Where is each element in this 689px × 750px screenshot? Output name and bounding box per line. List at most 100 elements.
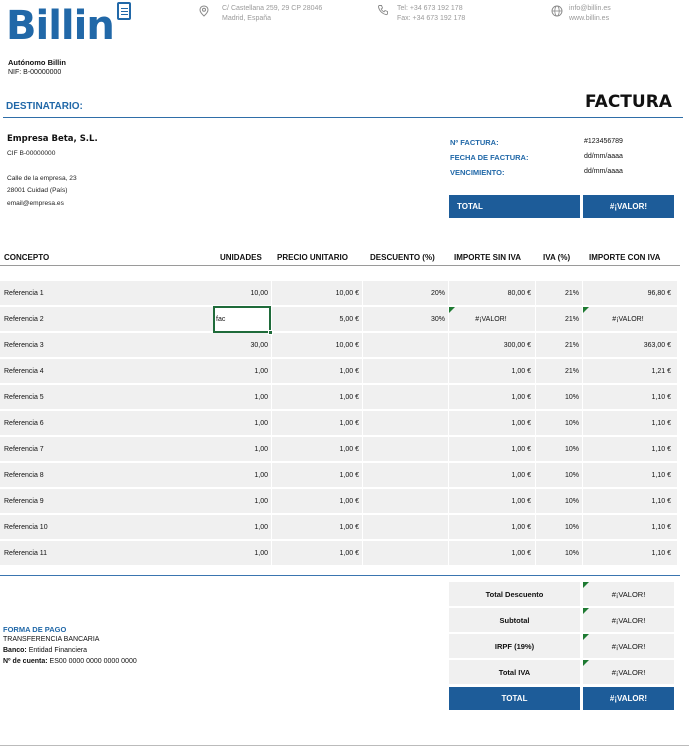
table-cell[interactable]: Referencia 1 (4, 289, 200, 298)
table-cell[interactable]: 21% (538, 289, 579, 298)
table-cell[interactable]: 1,00 € (451, 471, 531, 480)
table-cell[interactable]: 1,10 € (585, 419, 671, 428)
table-cell[interactable]: 10,00 € (275, 289, 359, 298)
table-cell[interactable]: 10% (538, 419, 579, 428)
table-cell[interactable]: 1,00 € (451, 549, 531, 558)
table-cell[interactable]: 1,00 (215, 523, 268, 532)
table-cell[interactable]: 1,00 € (275, 523, 359, 532)
total-value-box[interactable]: #¡VALOR! (583, 195, 674, 218)
table-cell[interactable]: 1,00 (215, 419, 268, 428)
invoice-date-value[interactable]: dd/mm/aaaa (584, 153, 623, 160)
error-indicator-icon[interactable] (583, 582, 589, 588)
table-cell[interactable]: 1,21 € (585, 367, 671, 376)
table-cell[interactable]: 1,10 € (585, 393, 671, 402)
table-cell[interactable]: Referencia 8 (4, 471, 200, 480)
table-cell[interactable]: 10% (538, 393, 579, 402)
table-cell[interactable]: 21% (538, 367, 579, 376)
totals-label: Total IVA (498, 668, 531, 677)
table-cell[interactable]: 1,00 € (451, 445, 531, 454)
table-cell[interactable]: 30,00 (215, 341, 268, 350)
table-cell[interactable]: 10% (538, 523, 579, 532)
fill-handle[interactable] (268, 330, 273, 335)
cell-separator (448, 281, 449, 305)
table-cell[interactable]: 10,00 € (275, 341, 359, 350)
table-cell[interactable]: 300,00 € (451, 341, 531, 350)
email-line[interactable]: info@billin.es (569, 4, 611, 14)
table-cell[interactable]: Referencia 5 (4, 393, 200, 402)
table-cell[interactable]: 10% (538, 445, 579, 454)
address-line: C/ Castellana 259, 29 CP 28046 (222, 5, 323, 12)
table-cell[interactable]: 1,00 € (275, 393, 359, 402)
table-cell[interactable]: 10,00 (215, 289, 268, 298)
grand-total-value-box[interactable]: #¡VALOR! (583, 687, 674, 710)
totals-value[interactable]: #¡VALOR! (583, 616, 674, 625)
table-cell[interactable]: Referencia 3 (4, 341, 200, 350)
table-cell[interactable]: 1,10 € (585, 523, 671, 532)
table-cell[interactable]: 1,00 (215, 367, 268, 376)
totals-value[interactable]: #¡VALOR! (583, 642, 674, 651)
payment-method: TRANSFERENCIA BANCARIA (3, 636, 100, 643)
table-cell[interactable]: 1,00 (215, 471, 268, 480)
table-cell[interactable]: 1,00 (215, 497, 268, 506)
table-cell[interactable]: #¡VALOR! (451, 315, 531, 324)
table-cell[interactable]: 363,00 € (585, 341, 671, 350)
totals-value[interactable]: #¡VALOR! (583, 590, 674, 599)
table-cell[interactable]: 21% (538, 315, 579, 324)
table-cell[interactable]: 1,00 (215, 393, 268, 402)
table-cell[interactable]: Referencia 2 (4, 315, 200, 324)
table-cell[interactable]: 1,00 € (451, 393, 531, 402)
factura-heading: FACTURA (585, 92, 672, 112)
table-cell[interactable]: #¡VALOR! (585, 315, 671, 324)
table-cell[interactable]: Referencia 6 (4, 419, 200, 428)
table-cell[interactable]: 80,00 € (451, 289, 531, 298)
table-cell[interactable]: 1,00 € (451, 497, 531, 506)
cell-separator (582, 333, 583, 357)
table-cell[interactable]: 1,00 (215, 549, 268, 558)
website-line[interactable]: www.billin.es (569, 14, 611, 24)
table-cell[interactable]: Referencia 7 (4, 445, 200, 454)
cell-separator (362, 489, 363, 513)
table-cell[interactable]: 1,00 € (275, 419, 359, 428)
error-indicator-icon[interactable] (583, 307, 589, 313)
table-cell[interactable]: 1,10 € (585, 497, 671, 506)
table-cell[interactable]: 1,10 € (585, 471, 671, 480)
cell-separator (535, 385, 536, 409)
table-cell[interactable]: 21% (538, 341, 579, 350)
table-cell[interactable]: 1,00 (215, 445, 268, 454)
client-email: email@empresa.es (7, 200, 64, 207)
invoice-due-value[interactable]: dd/mm/aaaa (584, 168, 623, 175)
table-cell[interactable]: 1,00 € (451, 367, 531, 376)
active-cell-text[interactable]: fac (216, 315, 225, 324)
table-cell[interactable]: 96,80 € (585, 289, 671, 298)
table-cell[interactable]: Referencia 10 (4, 523, 200, 532)
table-cell[interactable]: 5,00 € (275, 315, 359, 324)
cell-separator (582, 411, 583, 435)
table-cell[interactable]: Referencia 4 (4, 367, 200, 376)
error-indicator-icon[interactable] (583, 660, 589, 666)
table-cell[interactable]: 1,00 € (275, 445, 359, 454)
table-cell[interactable]: 1,00 € (275, 367, 359, 376)
table-cell[interactable]: 10% (538, 471, 579, 480)
table-cell[interactable]: Referencia 9 (4, 497, 200, 506)
error-indicator-icon[interactable] (583, 608, 589, 614)
table-cell[interactable]: 10% (538, 497, 579, 506)
table-cell[interactable]: Referencia 11 (4, 549, 200, 558)
error-indicator-icon[interactable] (449, 307, 455, 313)
table-cell[interactable]: 30% (366, 315, 445, 324)
totals-value[interactable]: #¡VALOR! (583, 668, 674, 677)
table-cell[interactable]: 1,00 € (275, 497, 359, 506)
table-cell[interactable]: 20% (366, 289, 445, 298)
payment-account: Nº de cuenta: ES00 0000 0000 0000 0000 (3, 658, 137, 665)
document-icon (117, 2, 131, 20)
table-cell[interactable]: 10% (538, 549, 579, 558)
invoice-number-value[interactable]: #123456789 (584, 138, 623, 145)
table-cell[interactable]: 1,00 € (451, 419, 531, 428)
table-cell[interactable]: 1,10 € (585, 549, 671, 558)
phone-block: Tel: +34 673 192 178 Fax: +34 673 192 17… (397, 4, 465, 24)
table-cell[interactable]: 1,00 € (451, 523, 531, 532)
address-block: C/ Castellana 259, 29 CP 28046 Madrid, E… (222, 4, 322, 24)
table-cell[interactable]: 1,10 € (585, 445, 671, 454)
error-indicator-icon[interactable] (583, 634, 589, 640)
table-cell[interactable]: 1,00 € (275, 471, 359, 480)
table-cell[interactable]: 1,00 € (275, 549, 359, 558)
